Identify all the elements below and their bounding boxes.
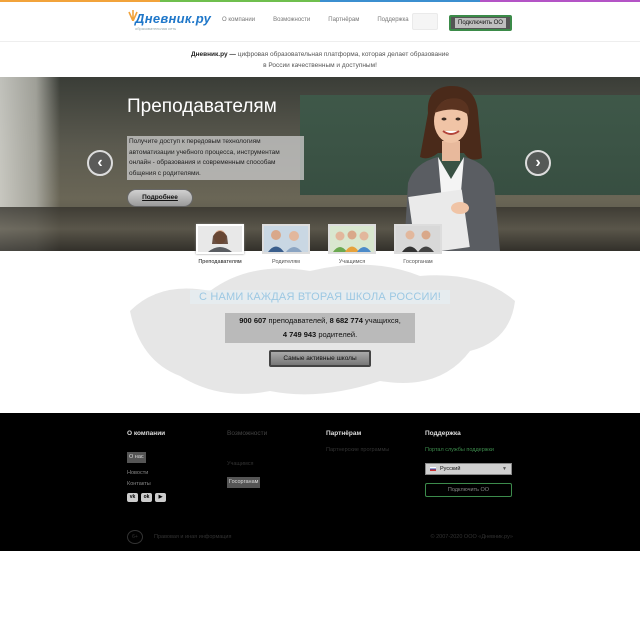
main-nav: О компании Возможности Партнёрам Поддерж… <box>222 17 427 23</box>
active-schools-button[interactable]: Самые активные школы <box>269 350 371 367</box>
audience-thumb <box>328 224 376 254</box>
audience-tab-government[interactable]: Госорганам <box>392 224 444 265</box>
footer-link-government[interactable]: Госорганам <box>227 477 261 488</box>
audience-label: Учащимся <box>338 259 366 265</box>
footer-link-news[interactable]: Новости <box>127 468 166 479</box>
slider-prev-button[interactable]: ‹ <box>87 150 113 176</box>
audience-tabs: Преподавателям Родителям Учащимся Госорг… <box>190 224 450 269</box>
parents-label: родителей. <box>318 330 358 339</box>
audience-thumb <box>262 224 310 254</box>
students-thumb-icon <box>330 226 374 252</box>
intro-line-1: цифровая образовательная платформа, кото… <box>237 51 450 58</box>
intro-brand: Дневник.ру — <box>190 51 236 58</box>
intro-text: Дневник.ру — цифровая образовательная пл… <box>0 43 640 77</box>
teacher-thumb-icon <box>198 226 242 252</box>
logo-name: Дневник.ру <box>135 11 212 26</box>
footer-copyright: © 2007-2020 ООО «Дневник.ру» <box>430 534 514 540</box>
audience-tab-parents[interactable]: Родителям <box>260 224 312 265</box>
intro-line-2: в России качественным и доступным! <box>263 62 377 69</box>
footer-heading: Поддержка <box>425 430 461 437</box>
flag-icon <box>430 467 436 471</box>
social-links: vk ok ▶ <box>127 493 166 502</box>
chevron-right-icon: › <box>535 154 541 171</box>
footer-age-icon: 6+ <box>127 530 143 544</box>
audience-thumb <box>196 224 244 254</box>
stats-claim: С НАМИ КАЖДАЯ ВТОРАЯ ШКОЛА РОССИИ! <box>190 290 450 304</box>
teachers-count: 900 607 <box>239 316 267 325</box>
stats-section: С НАМИ КАЖДАЯ ВТОРАЯ ШКОЛА РОССИИ! 900 6… <box>0 251 640 413</box>
language-select[interactable]: Русский ▼ <box>425 463 512 475</box>
footer-heading: Партнёрам <box>326 430 362 437</box>
audience-tab-students[interactable]: Учащимся <box>326 224 378 265</box>
ok-icon[interactable]: ok <box>141 493 152 502</box>
page: Дневник.ру образовательная сеть О компан… <box>0 0 640 640</box>
connect-button[interactable]: Подключить ОО <box>449 15 512 31</box>
footer-link-about[interactable]: О нас <box>127 452 146 463</box>
footer-column-partners: Партнёрам Партнерские программы <box>326 430 389 456</box>
audience-tab-teachers[interactable]: Преподавателям <box>194 224 246 265</box>
site-logo[interactable]: Дневник.ру образовательная сеть <box>127 9 211 35</box>
login-box[interactable] <box>412 13 438 30</box>
site-footer: О компании О нас Новости Контакты vk ok … <box>0 413 640 551</box>
footer-link-contacts[interactable]: Контакты <box>127 479 166 490</box>
footer-column-company: О компании О нас Новости Контакты vk ok … <box>127 430 166 502</box>
footer-legal-link[interactable]: Правовая и иная информация <box>154 534 231 540</box>
nav-item-support[interactable]: Поддержка <box>377 17 408 23</box>
logo-tagline: образовательная сеть <box>135 26 177 31</box>
footer-heading: Возможности <box>227 430 268 437</box>
chevron-left-icon: ‹ <box>97 154 103 171</box>
footer-column-features: Возможности Учащимся Госорганам <box>227 430 267 488</box>
government-thumb-icon <box>396 226 440 252</box>
nav-item-about[interactable]: О компании <box>222 17 255 23</box>
audience-label: Госорганам <box>403 259 433 265</box>
vk-icon[interactable]: vk <box>127 493 138 502</box>
slider-next-button[interactable]: › <box>525 150 551 176</box>
teachers-label: преподавателей, <box>268 316 328 325</box>
language-value: Русский <box>440 466 461 472</box>
youtube-icon[interactable]: ▶ <box>155 493 166 502</box>
parents-thumb-icon <box>264 226 308 252</box>
hero-description: Получите доступ к передовым технологиям … <box>127 136 304 180</box>
chevron-down-icon: ▼ <box>502 466 507 472</box>
footer-link-partner-programs[interactable]: Партнерские программы <box>326 445 389 456</box>
parents-count: 4 749 943 <box>282 330 317 339</box>
stats-numbers: 900 607 преподавателей, 8 682 774 учащих… <box>225 313 415 343</box>
footer-link-support-portal[interactable]: Портал службы поддержки <box>425 445 512 456</box>
footer-heading: О компании <box>127 430 166 437</box>
footer-column-support: Поддержка Портал службы поддержки Русски… <box>425 430 512 497</box>
connect-button-label: Подключить ОО <box>455 18 506 28</box>
students-count: 8 682 774 <box>329 316 363 325</box>
students-label: учащихся, <box>365 316 401 325</box>
hero-title: Преподавателям <box>127 96 277 117</box>
nav-item-partners[interactable]: Партнёрам <box>328 17 359 23</box>
more-button[interactable]: Подробнее <box>127 189 193 207</box>
audience-label: Преподавателям <box>198 259 242 265</box>
site-header: Дневник.ру образовательная сеть О компан… <box>0 2 640 42</box>
footer-link-students[interactable]: Учащимся <box>227 459 267 470</box>
footer-bottom: 6+ Правовая и иная информация © 2007-202… <box>127 530 513 544</box>
footer-connect-button[interactable]: Подключить ОО <box>425 483 512 497</box>
audience-thumb <box>394 224 442 254</box>
audience-label: Родителям <box>272 259 300 265</box>
nav-item-features[interactable]: Возможности <box>273 17 310 23</box>
